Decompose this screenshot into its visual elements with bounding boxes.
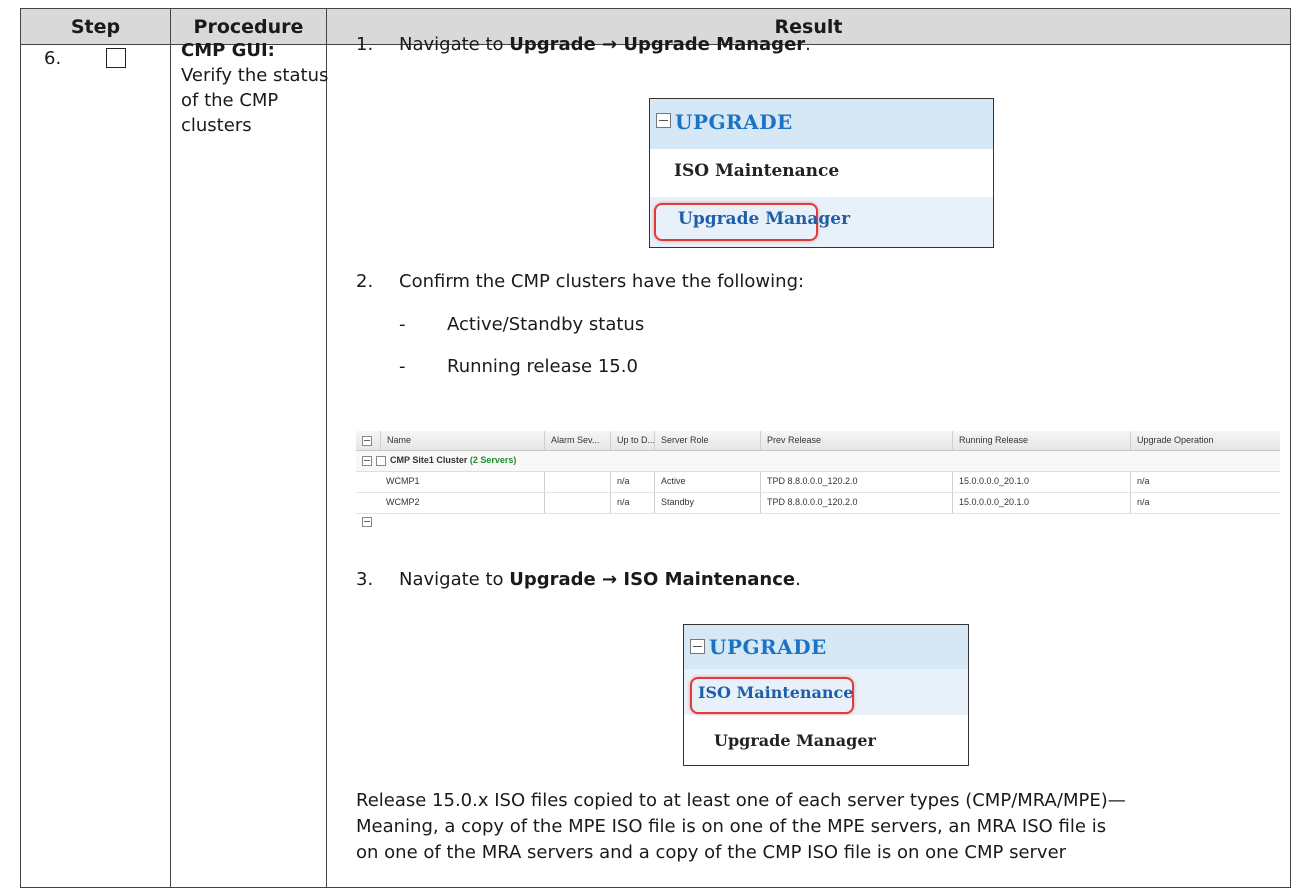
cluster-row[interactable]: CMP Site1 Cluster (2 Servers)	[356, 451, 1280, 472]
cluster-label: CMP Site1 Cluster (2 Servers)	[390, 455, 517, 465]
procedure-description: CMP GUI: Verify the status of the CMP cl…	[181, 38, 329, 138]
col-role[interactable]: Server Role	[654, 431, 760, 450]
upgrade-menu-snapshot-1: UPGRADE ISO Maintenance Upgrade Manager	[649, 98, 994, 248]
grid-collapse-icon	[362, 436, 372, 446]
substep-1-number: 1.	[356, 34, 374, 55]
procedure-cell	[170, 44, 327, 888]
upgrade-menu-title: UPGRADE	[675, 110, 793, 134]
upgrade-menu-snapshot-2: UPGRADE ISO Maintenance Upgrade Manager	[683, 624, 969, 766]
bullet-2-text: Running release 15.0	[447, 356, 638, 377]
procedure-text: Verify the status of the CMP clusters	[181, 65, 329, 136]
collapse-icon	[656, 113, 671, 128]
col-alarm[interactable]: Alarm Sev...	[544, 431, 610, 450]
col-uptodate[interactable]: Up to D...	[610, 431, 654, 450]
col-operation[interactable]: Upgrade Operation	[1130, 431, 1280, 450]
menu-item-upgrade-manager[interactable]: Upgrade Manager	[714, 731, 876, 750]
bullet-1-dash: -	[399, 314, 406, 335]
cluster-collapse-icon[interactable]	[362, 456, 372, 466]
cluster-checkbox[interactable]	[376, 456, 386, 466]
bullet-1-text: Active/Standby status	[447, 314, 645, 335]
step-number: 6.	[44, 48, 62, 69]
table-row[interactable]: WCMP2 n/a Standby TPD 8.8.0.0.0_120.2.0 …	[356, 493, 1280, 514]
note-line-1: Release 15.0.x ISO files copied to at le…	[356, 790, 1126, 811]
substep-2-number: 2.	[356, 271, 374, 292]
upgrade-menu-header: UPGRADE	[650, 99, 993, 149]
step-checkbox[interactable]	[106, 48, 126, 68]
collapse-icon	[690, 639, 705, 654]
bullet-2-dash: -	[399, 356, 406, 377]
step-cell	[20, 44, 171, 888]
substep-3-text: Navigate to Upgrade → ISO Maintenance.	[399, 569, 801, 590]
grid-cut-icon	[362, 517, 372, 527]
cluster-grid-snapshot: Name Alarm Sev... Up to D... Server Role…	[356, 431, 1280, 535]
procedure-title: CMP GUI:	[181, 40, 275, 61]
menu-item-upgrade-manager[interactable]: Upgrade Manager	[678, 209, 850, 229]
menu-item-iso-maintenance[interactable]: ISO Maintenance	[674, 161, 839, 181]
upgrade-menu-header: UPGRADE	[684, 625, 968, 669]
col-name[interactable]: Name	[380, 431, 544, 450]
header-step: Step	[20, 8, 171, 45]
substep-2-text: Confirm the CMP clusters have the follow…	[399, 271, 805, 292]
col-prev[interactable]: Prev Release	[760, 431, 952, 450]
grid-header-row: Name Alarm Sev... Up to D... Server Role…	[356, 431, 1280, 451]
menu-item-iso-maintenance[interactable]: ISO Maintenance	[698, 683, 853, 702]
upgrade-menu-title: UPGRADE	[709, 635, 827, 659]
col-running[interactable]: Running Release	[952, 431, 1130, 450]
document-page: Step Procedure Result 6. CMP GUI: Verify…	[0, 0, 1299, 892]
table-row[interactable]: WCMP1 n/a Active TPD 8.8.0.0.0_120.2.0 1…	[356, 472, 1280, 493]
note-line-3: on one of the MRA servers and a copy of …	[356, 842, 1067, 863]
substep-3-number: 3.	[356, 569, 374, 590]
note-line-2: Meaning, a copy of the MPE ISO file is o…	[356, 816, 1107, 837]
substep-1-text: Navigate to Upgrade → Upgrade Manager.	[399, 34, 811, 55]
grid-cut-row	[356, 515, 1280, 535]
